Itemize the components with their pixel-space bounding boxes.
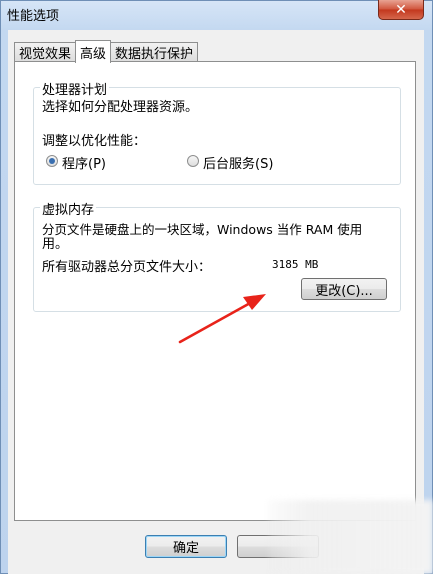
annotation-arrow-head [243,294,266,310]
ok-button-label: 确定 [172,541,199,556]
watermark-blur [268,500,433,574]
ok-button[interactable]: 确定 [145,535,227,558]
annotation-arrow-shaft [178,300,254,344]
tab-advanced[interactable]: 高级 [75,40,112,63]
annotation-arrow-icon [178,294,266,344]
